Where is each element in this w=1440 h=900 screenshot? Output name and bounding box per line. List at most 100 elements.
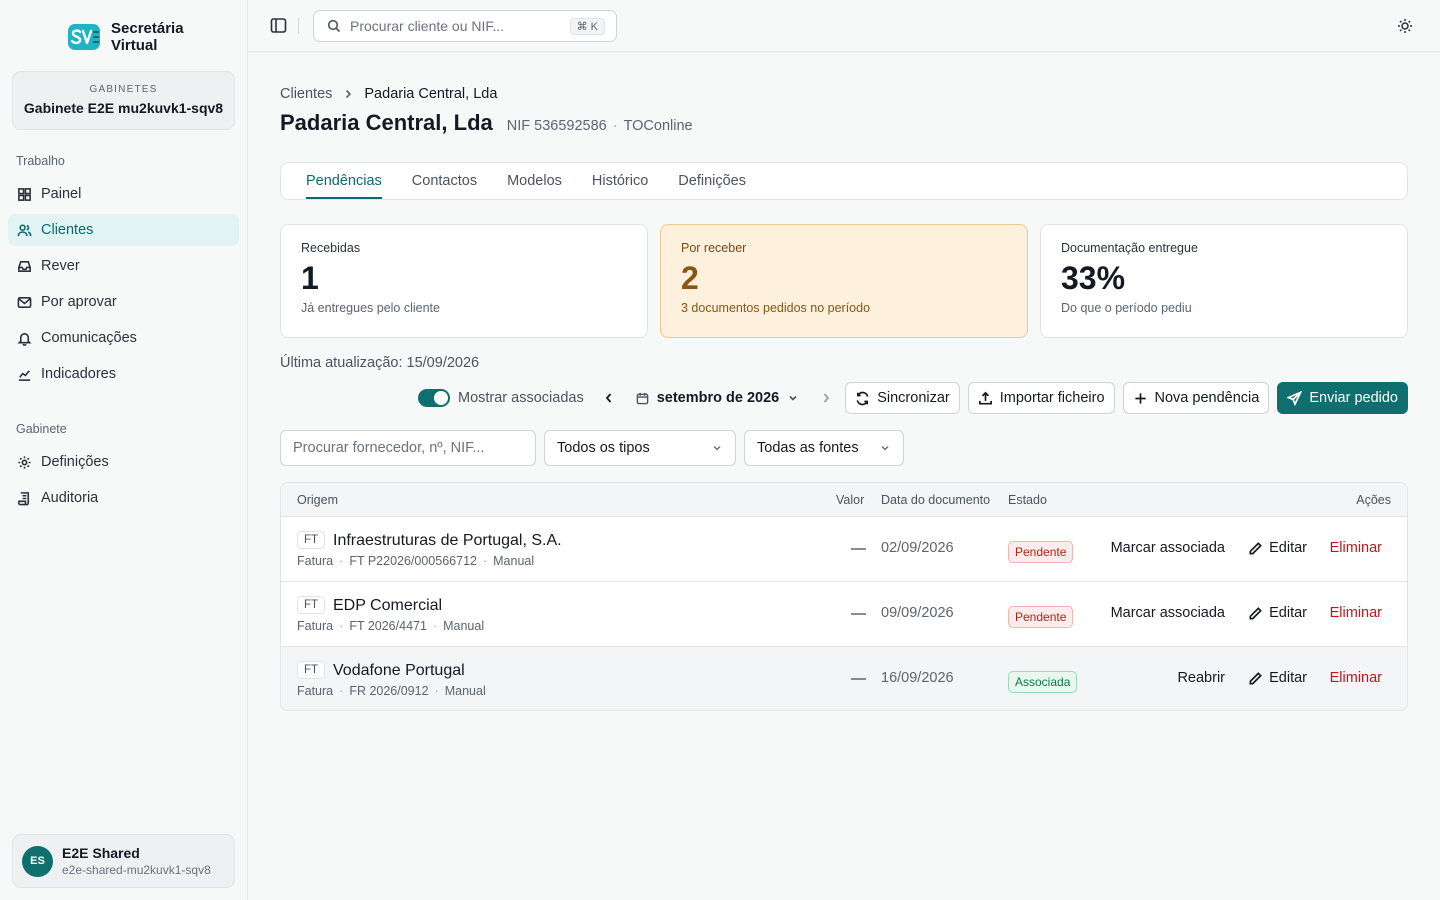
row-doc-type: Fatura <box>297 619 334 633</box>
delete-button[interactable]: Eliminar <box>1330 540 1382 556</box>
chart-icon <box>18 369 31 381</box>
row-value: — <box>851 540 866 557</box>
client-source: TOConline <box>623 118 693 134</box>
document-kind-badge: FT <box>297 531 326 549</box>
previous-month-button[interactable] <box>598 387 620 409</box>
separator: · <box>339 554 344 568</box>
import-file-button[interactable]: Importar ficheiro <box>967 382 1115 414</box>
new-pending-button[interactable]: Nova pendência <box>1122 382 1270 414</box>
supplier-search-input[interactable] <box>280 430 536 466</box>
sync-button[interactable]: Sincronizar <box>845 382 960 414</box>
row-doc-type: Fatura <box>297 684 334 698</box>
sidebar-item-label: Auditoria <box>41 490 99 506</box>
month-picker[interactable]: setembro de 2026 <box>630 390 806 406</box>
source-filter-value: Todas as fontes <box>757 440 859 456</box>
type-filter-select[interactable]: Todos os tipos <box>544 430 736 466</box>
row-date: 09/09/2026 <box>881 605 954 621</box>
separator: · <box>612 118 618 134</box>
edit-button-label: Editar <box>1269 540 1307 556</box>
edit-button[interactable]: Editar <box>1248 605 1307 621</box>
sidebar-item-label: Comunicações <box>41 330 137 346</box>
import-file-button-label: Importar ficheiro <box>999 390 1105 406</box>
sidebar-item-clientes[interactable]: Clientes <box>8 214 239 246</box>
row-meta: Fatura · FR 2026/0912 · Manual <box>297 684 486 698</box>
sidebar-item-rever[interactable]: Rever <box>8 250 239 282</box>
office-switcher[interactable]: GABINETES Gabinete E2E mu2kuvk1-sqv8 <box>12 71 235 130</box>
chevron-right-icon <box>824 393 830 403</box>
source-filter-select[interactable]: Todas as fontes <box>744 430 904 466</box>
sv-logo-icon <box>68 24 100 50</box>
tab-historico[interactable]: Histórico <box>592 163 648 199</box>
send-request-button-label: Enviar pedido <box>1309 390 1398 406</box>
divider <box>298 18 299 34</box>
row-origin: Infraestruturas de Portugal, S.A. <box>333 532 562 549</box>
pending-table: Origem Valor Data do documento Estado Aç… <box>280 482 1408 711</box>
reopen-button[interactable]: Reabrir <box>1177 670 1225 686</box>
edit-button-label: Editar <box>1269 670 1307 686</box>
stat-subtitle: 3 documentos pedidos no período <box>681 301 871 315</box>
stat-subtitle: Do que o período pediu <box>1061 301 1192 315</box>
page-header: Padaria Central, Lda NIF 536592586 · TOCon… <box>280 110 693 136</box>
column-date: Data do documento <box>881 493 991 507</box>
upload-icon <box>978 391 992 404</box>
tab-contactos[interactable]: Contactos <box>412 163 477 199</box>
sidebar-item-label: Por aprovar <box>41 294 117 310</box>
stat-label: Recebidas <box>301 241 361 255</box>
delete-button[interactable]: Eliminar <box>1330 605 1382 621</box>
breadcrumb-clientes[interactable]: Clientes <box>280 86 332 102</box>
brand[interactable]: Secretária Virtual <box>67 20 184 54</box>
sidebar-item-label: Painel <box>41 186 82 202</box>
row-doc-number: FT P22026/000566712 <box>349 554 477 568</box>
stat-value: 1 <box>301 260 319 296</box>
mark-associated-button[interactable]: Marcar associada <box>1111 540 1225 556</box>
document-kind-badge: FT <box>297 596 326 614</box>
send-request-button[interactable]: Enviar pedido <box>1277 382 1408 414</box>
edit-button[interactable]: Editar <box>1248 670 1307 686</box>
main-content: Clientes Padaria Central, Lda Padaria Ce… <box>248 52 1440 900</box>
column-value: Valor <box>836 493 865 507</box>
user-menu[interactable]: ES E2E Shared e2e-shared-mu2kuvk1-sqv8 <box>12 834 235 888</box>
column-actions: Ações <box>1356 493 1391 507</box>
row-date: 02/09/2026 <box>881 540 954 556</box>
sun-icon[interactable] <box>1397 18 1413 34</box>
sidebar-item-painel[interactable]: Painel <box>8 178 239 210</box>
inbox-icon <box>18 260 31 272</box>
topbar: ⌘ K <box>248 0 1440 52</box>
global-search[interactable]: ⌘ K <box>313 10 617 42</box>
gear-icon <box>18 455 31 469</box>
mark-associated-button[interactable]: Marcar associada <box>1111 605 1225 621</box>
shortcut-hint: ⌘ K <box>569 18 605 35</box>
sidebar-item-auditoria[interactable]: Auditoria <box>8 482 239 514</box>
sidebar-item-definicoes[interactable]: Definições <box>8 446 239 478</box>
sidebar-item-comunicacoes[interactable]: Comunicações <box>8 322 239 354</box>
pending-toolbar: Mostrar associadas setembro de 2026 Sinc… <box>417 382 1408 414</box>
sidebar-item-indicadores[interactable]: Indicadores <box>8 358 239 390</box>
row-doc-number: FT 2026/4471 <box>349 619 427 633</box>
sidebar-toggle-icon[interactable] <box>270 17 287 34</box>
tab-pendencias[interactable]: Pendências <box>306 163 382 199</box>
pencil-icon <box>1249 541 1262 554</box>
global-search-input[interactable] <box>350 18 560 34</box>
show-associated: Mostrar associadas <box>417 389 584 407</box>
client-tabs: Pendências Contactos Modelos Histórico D… <box>280 162 1408 200</box>
month-label: setembro de 2026 <box>656 390 780 406</box>
tab-definicoes[interactable]: Definições <box>678 163 746 199</box>
chevron-down-icon <box>713 445 721 451</box>
tab-modelos[interactable]: Modelos <box>507 163 562 199</box>
users-icon <box>17 223 32 236</box>
client-nif: NIF 536592586 <box>506 118 607 134</box>
sidebar-item-por-aprovar[interactable]: Por aprovar <box>8 286 239 318</box>
row-origin: EDP Comercial <box>333 597 443 614</box>
chevron-down-icon <box>881 445 889 451</box>
row-meta: Fatura · FT P22026/000566712 · Manual <box>297 554 534 568</box>
sidebar-item-label: Definições <box>41 454 109 470</box>
delete-button[interactable]: Eliminar <box>1330 670 1382 686</box>
edit-button[interactable]: Editar <box>1248 540 1307 556</box>
stat-card-delivered: Documentação entregue 33% Do que o perío… <box>1040 224 1408 338</box>
next-month-button[interactable] <box>815 387 837 409</box>
status-badge: Pendente <box>1008 541 1074 563</box>
brand-line-1: Secretária <box>111 20 184 37</box>
column-status: Estado <box>1008 493 1047 507</box>
stat-subtitle: Já entregues pelo cliente <box>301 301 440 315</box>
show-associated-toggle[interactable] <box>417 389 450 407</box>
